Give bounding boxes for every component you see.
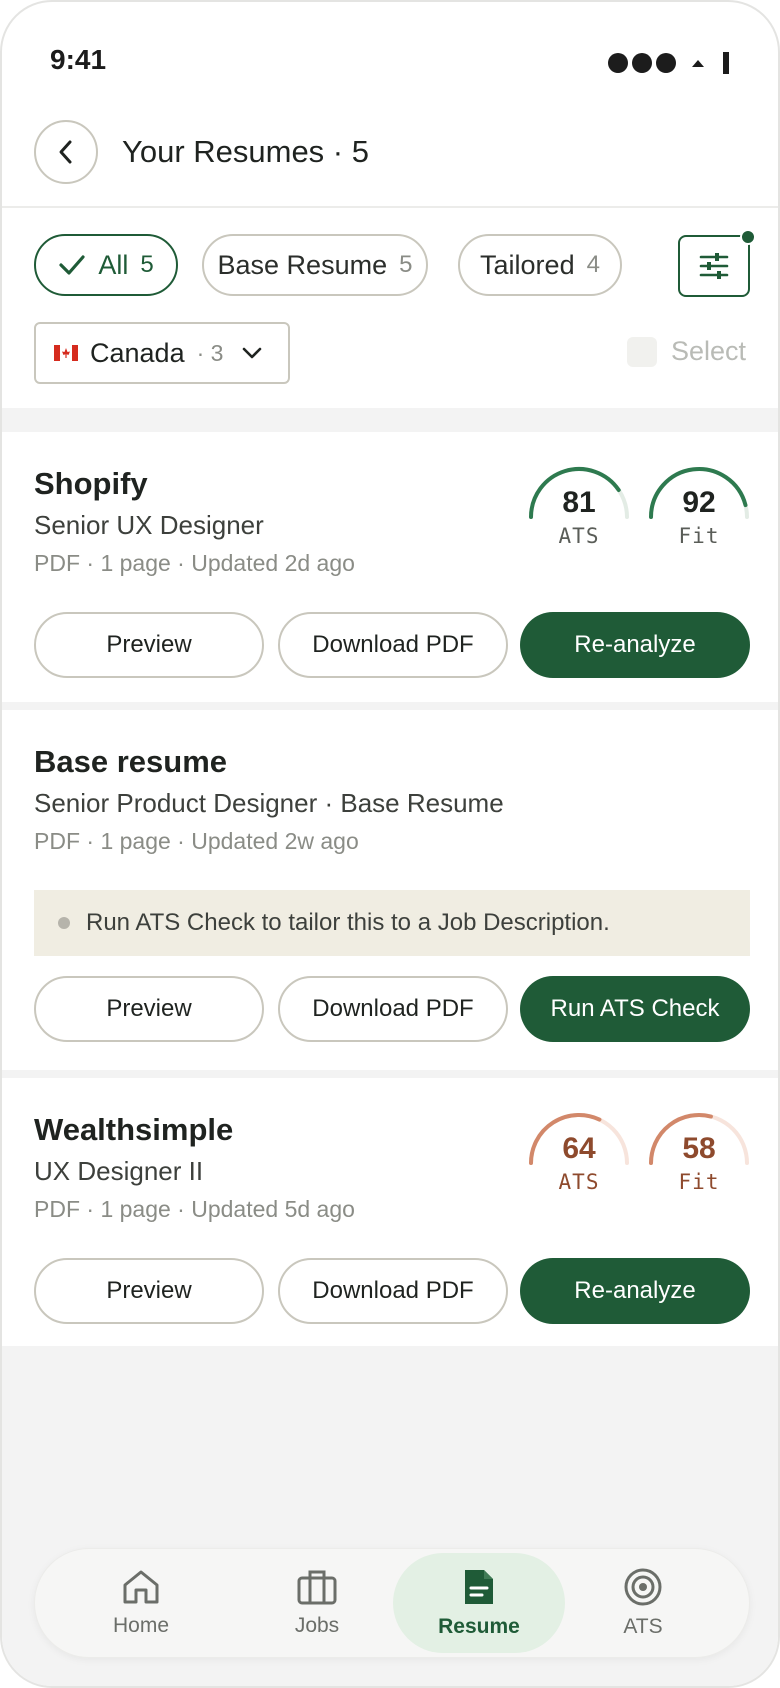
download-pdf-button[interactable]: Download PDF [278,1258,508,1324]
download-pdf-button[interactable]: Download PDF [278,612,508,678]
preview-button[interactable]: Preview [34,612,264,678]
card-company: Wealthsimple [34,1112,234,1147]
chip-tailored[interactable]: Tailored 4 [458,234,622,296]
nav-item-home[interactable]: Home [55,1553,227,1653]
preview-button[interactable]: Preview [34,976,264,1042]
home-icon [123,1570,159,1604]
signal-icon [608,53,676,73]
chip-count: 5 [399,251,413,278]
notice-text: Run ATS Check to tailor this to a Job De… [86,909,610,936]
run-ats-check-button[interactable]: Run ATS Check [520,976,750,1042]
card-meta: PDF · 1 page · Updated 5d ago [34,1196,355,1222]
ats-score-gauge: 81 ATS [524,462,634,562]
chevron-down-icon [243,347,262,359]
country-count: · 3 [196,339,224,366]
battery-icon [723,52,729,74]
card-meta: PDF · 1 page · Updated 2d ago [34,550,355,576]
fit-score-value: 92 [682,486,716,519]
page-header: Your Resumes · 5 [2,102,778,208]
briefcase-icon [297,1570,337,1605]
filter-active-dot [740,229,756,245]
ats-score-gauge: 64 ATS [524,1108,634,1208]
chip-count: 4 [586,251,600,278]
ats-check-notice: Run ATS Check to tailor this to a Job De… [34,890,750,956]
select-toggle[interactable]: Select [626,336,746,367]
select-label: Select [670,336,746,366]
card-role: Senior UX Designer [34,510,264,540]
status-bar: 9:41 [2,2,778,102]
back-button[interactable] [34,120,98,184]
status-time: 9:41 [50,44,107,75]
filter-settings-button[interactable] [678,229,756,297]
ats-score-label: ATS [558,524,600,548]
phone-frame: 9:41 Your Resumes · 5 All 5 Base Resume … [0,0,780,1688]
nav-label: ATS [623,1615,663,1638]
ats-score-value: 64 [562,1132,596,1165]
country-name: Canada [90,337,185,368]
chip-all[interactable]: All 5 [34,234,178,296]
filter-chip-row[interactable]: All 5 Base Resume 5 Tailored 4 [34,234,644,298]
country-dropdown[interactable]: Canada · 3 [34,322,290,384]
nav-label: Jobs [294,1614,340,1637]
resume-card-shopify: Shopify Senior UX Designer PDF · 1 page … [2,432,778,702]
resume-card-wealthsimple: Wealthsimple UX Designer II PDF · 1 page… [2,1078,778,1346]
nav-label: Resume [438,1615,520,1638]
document-icon [465,1570,493,1604]
canada-flag-icon [54,345,78,361]
check-icon [59,255,85,275]
filter-bar: All 5 Base Resume 5 Tailored 4 Canada · … [2,208,778,408]
nav-item-jobs[interactable]: Jobs [231,1553,403,1653]
notice-dot-icon [58,917,70,929]
select-checkbox[interactable] [626,336,657,367]
chip-count: 5 [140,251,154,278]
card-role: Senior Product Designer · Base Resume [34,788,504,818]
resume-card-base: Base resume Senior Product Designer · Ba… [2,710,778,1070]
card-company: Shopify [34,466,148,501]
chip-label: All [98,249,129,280]
preview-button[interactable]: Preview [34,1258,264,1324]
ats-score-value: 81 [562,486,596,519]
resume-list: Shopify Senior UX Designer PDF · 1 page … [2,408,778,1686]
wifi-icon [692,60,704,67]
nav-item-ats[interactable]: ATS [557,1553,729,1653]
re-analyze-button[interactable]: Re-analyze [520,612,750,678]
card-meta: PDF · 1 page · Updated 2w ago [34,828,359,854]
bottom-navigation: Home Jobs Resume ATS [34,1548,750,1658]
nav-label: Home [112,1614,170,1637]
page-title: Your Resumes · 5 [122,134,369,169]
sliders-icon [699,253,729,279]
re-analyze-button[interactable]: Re-analyze [520,1258,750,1324]
status-icons [608,50,732,76]
nav-item-resume[interactable]: Resume [393,1553,565,1653]
download-pdf-button[interactable]: Download PDF [278,976,508,1042]
card-company: Base resume [34,744,228,779]
fit-score-label: Fit [678,1170,720,1194]
fit-score-gauge: 92 Fit [644,462,754,562]
chip-label: Base Resume [217,249,388,280]
target-icon [624,1568,662,1606]
ats-score-label: ATS [558,1170,600,1194]
fit-score-value: 58 [682,1132,716,1165]
fit-score-gauge: 58 Fit [644,1108,754,1208]
chevron-left-icon [59,140,72,164]
chip-label: Tailored [480,249,575,280]
card-role: UX Designer II [34,1156,204,1186]
fit-score-label: Fit [678,524,720,548]
chip-base-resume[interactable]: Base Resume 5 [202,234,428,296]
